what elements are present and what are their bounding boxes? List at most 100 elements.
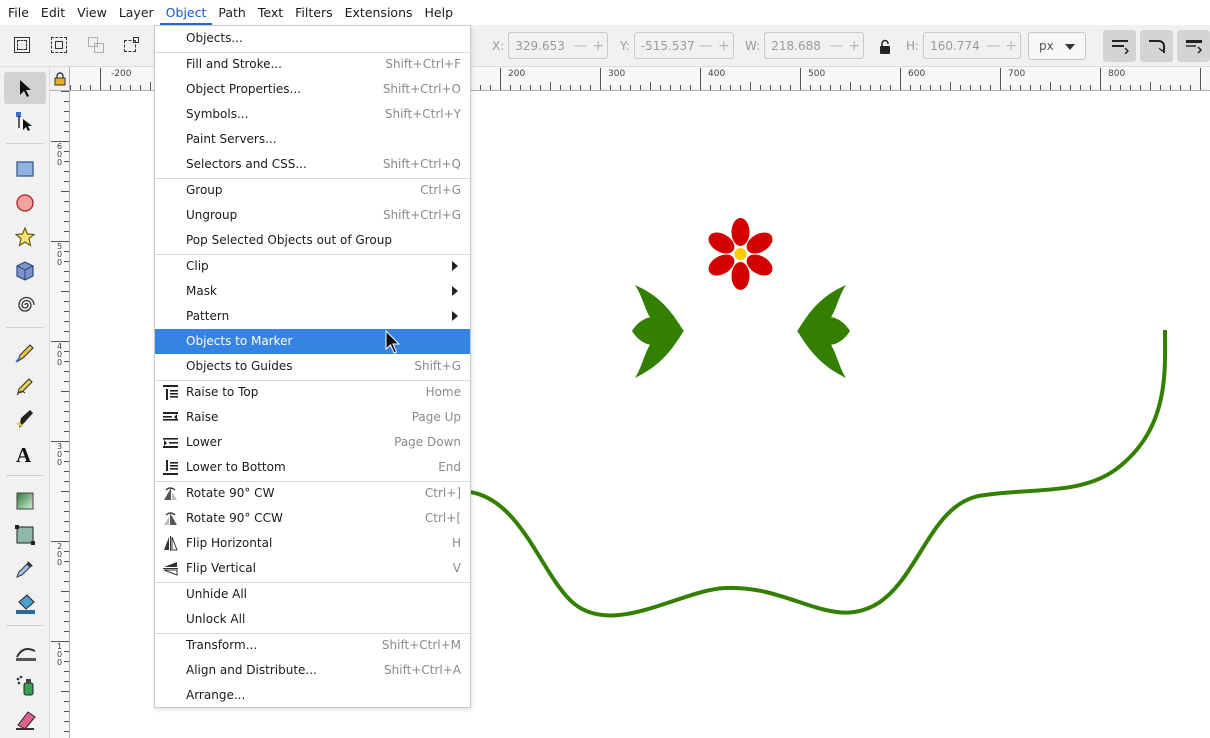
pen-tool[interactable]	[4, 337, 46, 369]
minus-icon[interactable]: —	[827, 38, 845, 54]
circle-icon	[16, 194, 34, 212]
menu-item-symbols[interactable]: Symbols... Shift+Ctrl+Y	[155, 102, 470, 127]
menu-item-align-and-distribute[interactable]: Align and Distribute... Shift+Ctrl+A	[155, 658, 470, 683]
right-leaf-group[interactable]	[797, 285, 850, 378]
selector-tool[interactable]	[4, 72, 46, 104]
ruler-tick	[1190, 85, 1191, 90]
left-leaf-group[interactable]	[632, 285, 684, 378]
menu-item-objects-to-marker[interactable]: Objects to Marker	[155, 329, 470, 354]
menu-layer[interactable]: Layer	[113, 0, 160, 25]
menu-item-pop-selected-objects-out-of-group[interactable]: Pop Selected Objects out of Group	[155, 228, 470, 253]
h-value[interactable]: 160.774	[924, 39, 980, 53]
ruler-corner	[50, 67, 70, 91]
flower[interactable]	[705, 218, 776, 290]
flower-center	[734, 248, 747, 260]
spray-tool[interactable]	[4, 669, 46, 701]
minus-icon[interactable]: —	[571, 38, 589, 54]
ruler-tick	[64, 521, 69, 522]
rectangle-tool[interactable]	[4, 153, 46, 185]
menu-item-transform[interactable]: Transform... Shift+Ctrl+M	[155, 633, 470, 658]
move-gradients-button[interactable]	[1177, 30, 1210, 62]
submenu-arrow-icon	[452, 261, 458, 271]
menu-item-selectors-and-css[interactable]: Selectors and CSS... Shift+Ctrl+Q	[155, 152, 470, 177]
menu-item-object-properties[interactable]: Object Properties... Shift+Ctrl+O	[155, 77, 470, 102]
text-tool[interactable]: A	[4, 437, 46, 469]
flip-vertical-icon	[163, 562, 178, 576]
plus-icon[interactable]: +	[1002, 38, 1020, 54]
minus-icon[interactable]: —	[697, 38, 715, 54]
menu-item-unhide-all[interactable]: Unhide All	[155, 582, 470, 607]
paint-bucket-tool[interactable]	[4, 587, 46, 619]
menu-item-shortcut: V	[452, 561, 461, 575]
ruler-tick	[590, 85, 591, 90]
select-all-icon[interactable]	[14, 37, 30, 53]
eraser-tool[interactable]	[4, 703, 46, 735]
menu-item-objects[interactable]: Objects...	[155, 26, 470, 51]
stem-curve[interactable]	[469, 329, 1168, 618]
menu-item-raise-to-top[interactable]: Raise to Top Home	[155, 380, 470, 405]
select-same-icon[interactable]	[88, 37, 104, 53]
menu-item-paint-servers[interactable]: Paint Servers...	[155, 127, 470, 152]
menu-filters[interactable]: Filters	[289, 0, 338, 25]
spiral-tool[interactable]	[4, 289, 46, 321]
menu-item-objects-to-guides[interactable]: Objects to Guides Shift+G	[155, 354, 470, 379]
ruler-label: 300	[608, 69, 626, 79]
menu-item-flip-vertical[interactable]: Flip Vertical V	[155, 556, 470, 581]
menu-item-group[interactable]: Group Ctrl+G	[155, 178, 470, 203]
w-field[interactable]: W: 218.688 — +	[745, 32, 865, 59]
menu-item-ungroup[interactable]: Ungroup Shift+Ctrl+G	[155, 203, 470, 228]
menu-extensions[interactable]: Extensions	[339, 0, 419, 25]
plus-icon[interactable]: +	[715, 38, 733, 54]
menu-item-flip-horizontal[interactable]: Flip Horizontal H	[155, 531, 470, 556]
scale-corners-button[interactable]	[1140, 30, 1173, 62]
3d-box-tool[interactable]	[4, 255, 46, 287]
menu-path[interactable]: Path	[212, 0, 251, 25]
lock-ratio-icon[interactable]	[878, 39, 892, 55]
menu-edit[interactable]: Edit	[35, 0, 71, 25]
plus-icon[interactable]: +	[845, 38, 863, 54]
pencil-tool[interactable]	[4, 370, 46, 402]
select-all-layers-icon[interactable]	[51, 37, 67, 53]
tweak-tool[interactable]	[4, 635, 46, 667]
menu-item-raise[interactable]: Raise Page Up	[155, 405, 470, 430]
y-field[interactable]: Y: -515.537 — +	[620, 32, 740, 59]
paint-bucket-icon	[16, 594, 35, 614]
menu-item-unlock-all[interactable]: Unlock All	[155, 607, 470, 632]
mesh-tool[interactable]	[4, 519, 46, 551]
minus-icon[interactable]: —	[984, 38, 1002, 54]
menu-view[interactable]: View	[71, 0, 113, 25]
star-tool[interactable]	[4, 221, 46, 253]
menu-item-arrange[interactable]: Arrange...	[155, 683, 470, 708]
menu-file[interactable]: File	[2, 0, 35, 25]
vertical-ruler[interactable]: 6 0 0 5 0 0 4 0 0 3 0 0 2 0 0 1 0 0	[50, 91, 70, 738]
menu-item-label: Symbols...	[186, 107, 249, 121]
lock-guides-icon[interactable]	[53, 72, 67, 86]
menu-item-lower-to-bottom[interactable]: Lower to Bottom End	[155, 455, 470, 480]
invert-selection-icon[interactable]	[124, 37, 140, 53]
ellipse-tool[interactable]	[4, 187, 46, 219]
menu-item-rotate-90-cw[interactable]: Rotate 90° CW Ctrl+]	[155, 481, 470, 506]
calligraphy-tool[interactable]	[4, 403, 46, 435]
plus-icon[interactable]: +	[589, 38, 607, 54]
x-field[interactable]: X: 329.653 — +	[492, 32, 612, 59]
menu-item-lower[interactable]: Lower Page Down	[155, 430, 470, 455]
ruler-tick	[64, 181, 69, 182]
y-value[interactable]: -515.537	[635, 39, 695, 53]
w-value[interactable]: 218.688	[765, 39, 821, 53]
menu-item-mask[interactable]: Mask	[155, 279, 470, 304]
unit-select[interactable]: px	[1028, 32, 1086, 60]
menu-object[interactable]: Object	[159, 0, 213, 25]
node-tool[interactable]	[4, 105, 46, 137]
x-value[interactable]: 329.653	[509, 39, 565, 53]
menu-item-pattern[interactable]: Pattern	[155, 304, 470, 329]
dropper-tool[interactable]	[4, 553, 46, 585]
scale-stroke-button[interactable]	[1103, 30, 1136, 62]
menu-item-fill-and-stroke[interactable]: Fill and Stroke... Shift+Ctrl+F	[155, 52, 470, 77]
gradient-tool[interactable]	[4, 485, 46, 517]
h-field[interactable]: H: 160.774 — +	[906, 32, 1026, 59]
menu-help[interactable]: Help	[419, 0, 460, 25]
menu-item-rotate-90-ccw[interactable]: Rotate 90° CCW Ctrl+[	[155, 506, 470, 531]
ruler-tick	[61, 391, 69, 392]
menu-item-clip[interactable]: Clip	[155, 254, 470, 279]
menu-text[interactable]: Text	[252, 0, 289, 25]
